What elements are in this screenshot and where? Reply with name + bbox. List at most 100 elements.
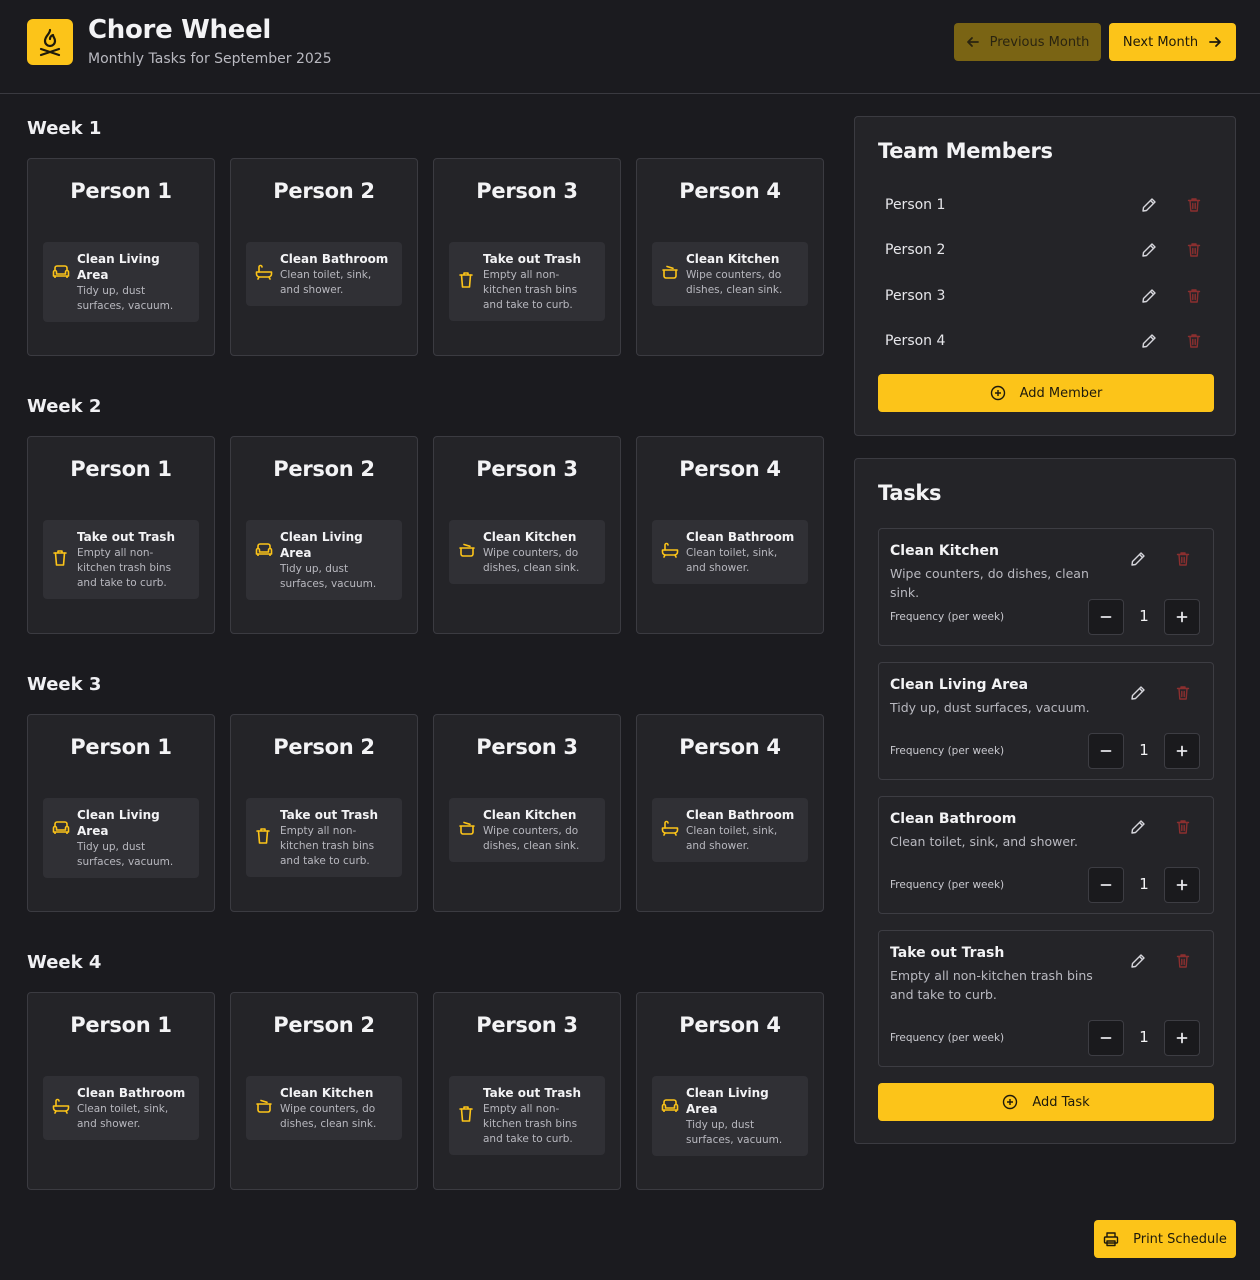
assigned-chore: Take out Trash Empty all non-kitchen tras… xyxy=(246,798,402,877)
member-row: Person 4 xyxy=(878,321,1214,361)
trash-icon xyxy=(458,1105,474,1127)
delete-task-button[interactable] xyxy=(1173,951,1193,971)
trash-icon xyxy=(255,827,271,849)
delete-task-button[interactable] xyxy=(1173,817,1193,837)
member-row: Person 2 xyxy=(878,230,1214,270)
sofa-icon xyxy=(661,1098,679,1118)
week-title: Week 3 xyxy=(27,674,102,695)
next-month-button[interactable]: Next Month xyxy=(1109,23,1236,61)
decrease-frequency-button[interactable] xyxy=(1088,1020,1124,1056)
chore-description: Wipe counters, do dishes, clean sink. xyxy=(483,825,580,852)
increase-frequency-button[interactable] xyxy=(1164,867,1200,903)
add-task-label: Add Task xyxy=(1032,1094,1090,1110)
person-name: Person 4 xyxy=(679,179,781,203)
person-card: Person 4 Clean Bathroom Clean toilet, sink… xyxy=(636,436,824,634)
top-bar: Chore Wheel Monthly Tasks for September … xyxy=(0,0,1260,94)
print-schedule-button[interactable]: Print Schedule xyxy=(1094,1220,1236,1258)
chore-name: Clean Bathroom xyxy=(280,252,389,266)
chore-name: Take out Trash xyxy=(280,808,378,822)
app-subtitle: Monthly Tasks for September 2025 xyxy=(88,51,332,67)
chore-description: Tidy up, dust surfaces, vacuum. xyxy=(686,1119,783,1146)
task-description: Tidy up, dust surfaces, vacuum. xyxy=(890,700,1090,715)
person-name: Person 4 xyxy=(679,457,781,481)
previous-month-button[interactable]: Previous Month xyxy=(954,23,1101,61)
person-name: Person 3 xyxy=(476,735,578,759)
bathtub-icon xyxy=(661,542,679,562)
assigned-chore: Clean Living Area Tidy up, dust surfaces,… xyxy=(652,1076,808,1156)
person-name: Person 3 xyxy=(476,457,578,481)
person-name: Person 1 xyxy=(70,457,172,481)
person-card: Person 3 Clean Kitchen Wipe counters, do d… xyxy=(433,436,621,634)
print-schedule-label: Print Schedule xyxy=(1133,1231,1227,1247)
chore-description: Empty all non-kitchen trash bins and tak… xyxy=(280,825,375,867)
chore-name: Clean Bathroom xyxy=(686,530,795,544)
bathtub-icon xyxy=(255,264,273,284)
member-row: Person 3 xyxy=(878,276,1214,316)
pencil-icon xyxy=(1142,288,1156,303)
edit-task-button[interactable] xyxy=(1128,951,1148,971)
increase-frequency-button[interactable] xyxy=(1164,599,1200,635)
decrease-frequency-button[interactable] xyxy=(1088,733,1124,769)
team-members-panel: Team Members Person 1 Person 2 Person 3 Per… xyxy=(854,116,1236,436)
pencil-icon xyxy=(1142,243,1156,257)
pencil-icon xyxy=(1131,820,1145,834)
edit-member-button[interactable] xyxy=(1139,195,1159,215)
assigned-chore: Clean Kitchen Wipe counters, do dishes, c… xyxy=(449,520,605,584)
delete-task-button[interactable] xyxy=(1173,549,1193,569)
task-card: Take out Trash Empty all non-kitchen tras… xyxy=(878,930,1214,1067)
add-member-label: Add Member xyxy=(1019,385,1103,401)
person-card: Person 3 Take out Trash Empty all non-kitc… xyxy=(433,158,621,356)
increase-frequency-button[interactable] xyxy=(1164,733,1200,769)
tasks-panel: Tasks Clean Kitchen Wipe counters, do dis… xyxy=(854,458,1236,1144)
frequency-value: 1 xyxy=(1139,875,1149,893)
cooking-pot-icon xyxy=(458,820,476,840)
frequency-value: 1 xyxy=(1139,607,1149,625)
chore-name: Clean Kitchen xyxy=(686,252,780,266)
chore-name: Clean Living Area xyxy=(280,530,363,560)
delete-member-button[interactable] xyxy=(1184,240,1204,260)
edit-task-button[interactable] xyxy=(1128,549,1148,569)
app-logo xyxy=(27,19,73,65)
bathtub-icon xyxy=(661,820,679,840)
edit-member-button[interactable] xyxy=(1139,331,1159,351)
edit-member-button[interactable] xyxy=(1139,240,1159,260)
person-card: Person 2 Clean Bathroom Clean toilet, sink… xyxy=(230,158,418,356)
person-name: Person 3 xyxy=(476,179,578,203)
minus-icon xyxy=(1100,884,1112,886)
arrow-right-icon xyxy=(1209,37,1221,47)
decrease-frequency-button[interactable] xyxy=(1088,867,1124,903)
decrease-frequency-button[interactable] xyxy=(1088,599,1124,635)
delete-member-button[interactable] xyxy=(1184,286,1204,306)
chore-description: Wipe counters, do dishes, clean sink. xyxy=(483,547,580,574)
cooking-pot-icon xyxy=(255,1098,273,1118)
task-description: Empty all non-kitchen trash bins and tak… xyxy=(890,968,1093,1002)
app-title: Chore Wheel xyxy=(88,15,272,45)
trash-icon xyxy=(1176,954,1190,968)
person-name: Person 2 xyxy=(273,457,375,481)
task-card: Clean Living Area Tidy up, dust surfaces,… xyxy=(878,662,1214,780)
increase-frequency-button[interactable] xyxy=(1164,1020,1200,1056)
person-name: Person 3 xyxy=(476,1013,578,1037)
chore-name: Take out Trash xyxy=(77,530,175,544)
person-name: Person 4 xyxy=(679,735,781,759)
plus-circle-icon xyxy=(1003,1094,1018,1110)
frequency-label: Frequency (per week) xyxy=(890,611,1005,623)
delete-member-button[interactable] xyxy=(1184,195,1204,215)
pencil-icon xyxy=(1131,686,1145,700)
chore-description: Wipe counters, do dishes, clean sink. xyxy=(280,1103,377,1130)
add-task-button[interactable]: Add Task xyxy=(878,1083,1214,1121)
assigned-chore: Clean Kitchen Wipe counters, do dishes, c… xyxy=(246,1076,402,1140)
edit-task-button[interactable] xyxy=(1128,817,1148,837)
edit-task-button[interactable] xyxy=(1128,683,1148,703)
person-card: Person 1 Clean Bathroom Clean toilet, sink… xyxy=(27,992,215,1190)
person-card: Person 4 Clean Bathroom Clean toilet, sink… xyxy=(636,714,824,912)
delete-task-button[interactable] xyxy=(1173,683,1193,703)
edit-member-button[interactable] xyxy=(1139,286,1159,306)
add-member-button[interactable]: Add Member xyxy=(878,374,1214,412)
frequency-value: 1 xyxy=(1139,741,1149,759)
assigned-chore: Clean Bathroom Clean toilet, sink, and sh… xyxy=(246,242,402,306)
chore-name: Take out Trash xyxy=(483,252,581,266)
frequency-label: Frequency (per week) xyxy=(890,1032,1005,1044)
delete-member-button[interactable] xyxy=(1184,331,1204,351)
plus-icon xyxy=(1176,879,1188,891)
